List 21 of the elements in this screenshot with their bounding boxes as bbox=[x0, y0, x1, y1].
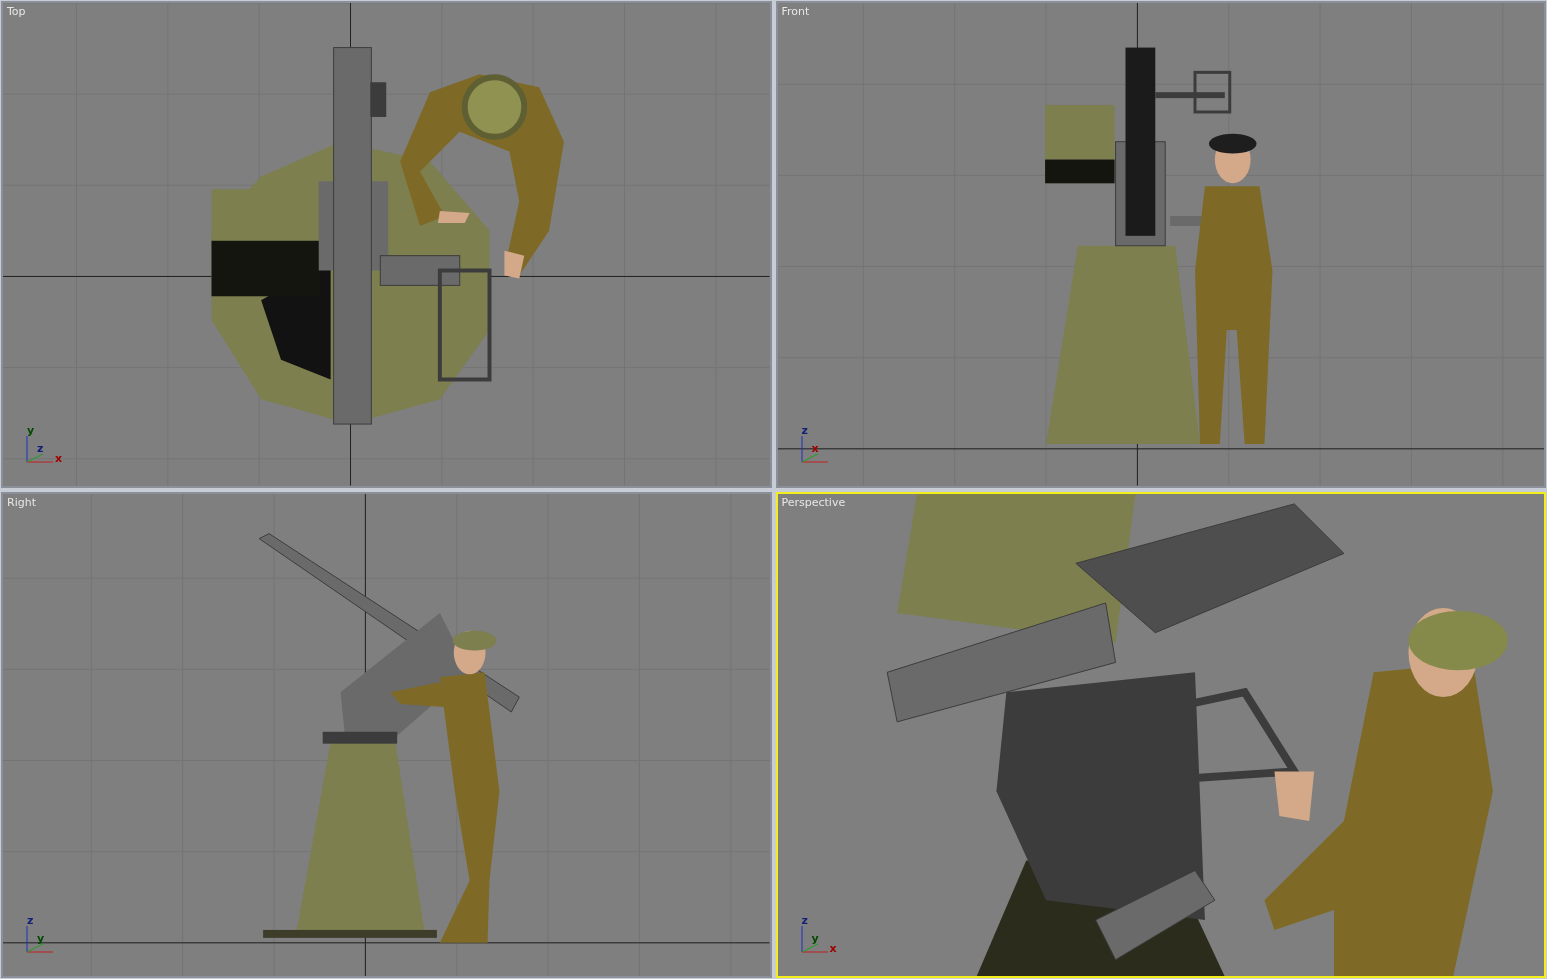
axis-label: z bbox=[27, 915, 34, 926]
viewport[interactable]: Top y z x bbox=[1, 1, 772, 488]
axis-label: y bbox=[37, 933, 45, 944]
axis-label: y bbox=[811, 933, 819, 944]
viewport[interactable]: Front z x bbox=[775, 1, 1546, 488]
axis-label: z bbox=[37, 442, 44, 454]
viewport-label[interactable]: Front bbox=[781, 5, 810, 18]
viewport[interactable]: Right z y bbox=[1, 491, 772, 978]
axis-tripod-icon bbox=[25, 924, 55, 954]
viewport-label[interactable]: Perspective bbox=[781, 495, 846, 509]
axis-label: x bbox=[829, 943, 837, 954]
axis-label: x bbox=[811, 442, 819, 454]
axis-label: x bbox=[55, 452, 63, 464]
axis-label: z bbox=[801, 915, 808, 926]
axis-label: z bbox=[801, 424, 808, 436]
viewport-label[interactable]: Top bbox=[7, 5, 26, 18]
viewport[interactable]: Perspective z y x bbox=[775, 491, 1546, 978]
axis-tripod-icon bbox=[799, 924, 830, 954]
viewport-label[interactable]: Right bbox=[7, 495, 36, 509]
axis-label: y bbox=[27, 424, 35, 436]
axis-tripod-icon bbox=[799, 433, 830, 464]
